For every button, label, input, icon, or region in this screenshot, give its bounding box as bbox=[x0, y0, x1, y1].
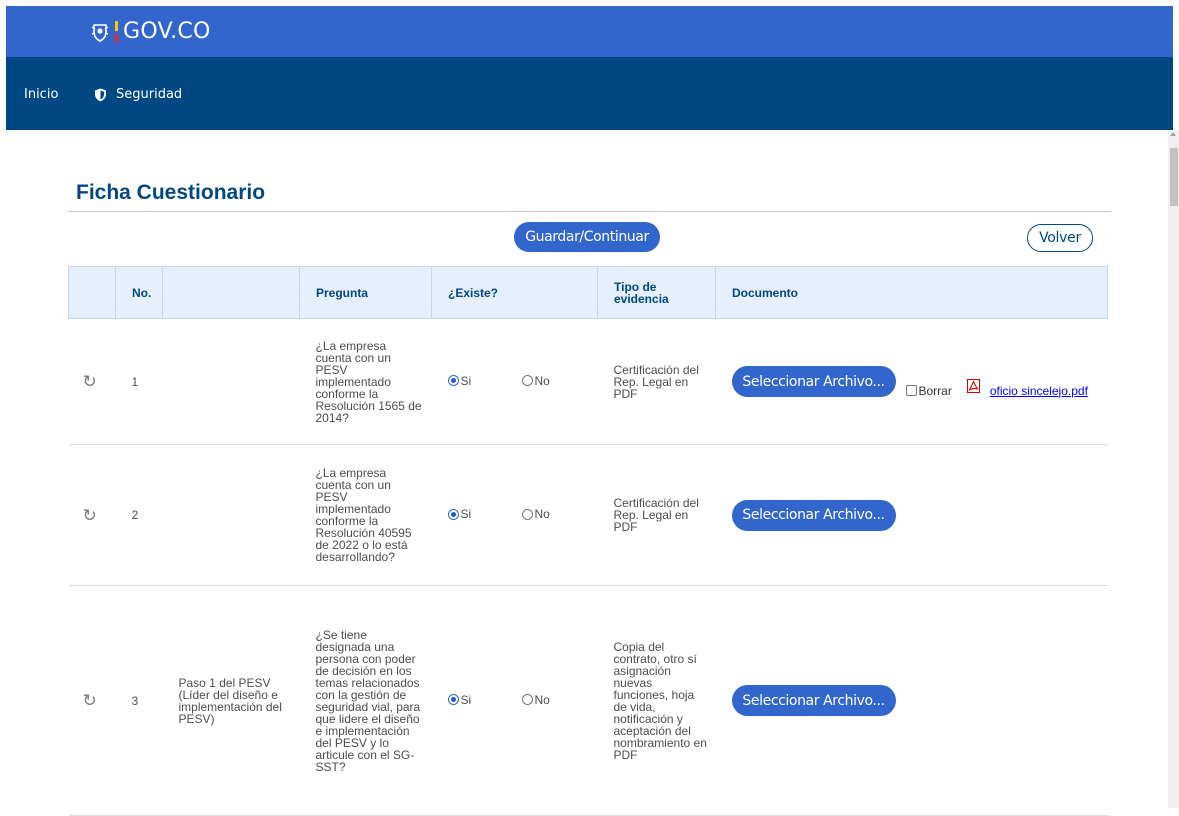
refresh-icon[interactable]: ↻ bbox=[83, 691, 97, 710]
radio-no[interactable]: No bbox=[521, 692, 550, 707]
row-existe-cell: Si No bbox=[431, 318, 598, 445]
row-evidencia: Certificación del Rep. Legal en PDF bbox=[613, 496, 699, 534]
row-action-cell: ↻ bbox=[68, 585, 116, 816]
table-row: ↻ 1 ¿La empresa cuenta con un PESV imple… bbox=[68, 318, 1108, 445]
col-header-evidencia-label: Tipo de evidencia bbox=[614, 279, 669, 306]
col-header-paso bbox=[162, 266, 300, 319]
col-header-pregunta: Pregunta bbox=[299, 266, 432, 319]
document-controls: Seleccionar Archivo... bbox=[731, 685, 1108, 716]
main-nav: Inicio Seguridad bbox=[6, 57, 1173, 130]
row-number: 3 bbox=[115, 585, 163, 816]
refresh-icon[interactable]: ↻ bbox=[83, 506, 97, 525]
shield-icon bbox=[95, 88, 106, 101]
row-pregunta-cell: ¿La empresa cuenta con un PESV implement… bbox=[299, 444, 432, 586]
refresh-icon[interactable]: ↻ bbox=[83, 372, 97, 391]
row-documento-cell: Seleccionar Archivo... bbox=[715, 585, 1108, 816]
row-evidencia-cell: Copia del contrato, otro sí asignación n… bbox=[597, 585, 716, 816]
col-header-evidencia: Tipo de evidencia bbox=[597, 266, 716, 319]
radio-no-label: No bbox=[534, 373, 550, 388]
row-pregunta-cell: ¿La empresa cuenta con un PESV implement… bbox=[299, 318, 432, 445]
back-button[interactable]: Volver bbox=[1027, 224, 1093, 252]
borrar-checkbox-box[interactable] bbox=[905, 385, 917, 396]
title-divider bbox=[68, 211, 1111, 212]
radio-no-indicator[interactable] bbox=[521, 375, 533, 387]
col-header-no: No. bbox=[115, 266, 163, 319]
radio-no[interactable]: No bbox=[521, 373, 550, 388]
col-header-action bbox=[68, 266, 116, 319]
table-row: ↻ 2 ¿La empresa cuenta con un PESV imple… bbox=[68, 444, 1108, 586]
vertical-scrollbar[interactable] bbox=[1168, 130, 1179, 808]
radio-no-label: No bbox=[534, 507, 550, 522]
row-action-cell: ↻ bbox=[68, 318, 116, 445]
radio-no-label: No bbox=[534, 692, 550, 707]
scroll-thumb[interactable] bbox=[1170, 148, 1178, 206]
row-existe-cell: Si No bbox=[431, 444, 598, 586]
select-file-button[interactable]: Seleccionar Archivo... bbox=[731, 685, 896, 716]
row-paso bbox=[162, 318, 300, 445]
radio-si[interactable]: Si bbox=[447, 373, 472, 388]
logo-divider bbox=[115, 20, 118, 43]
row-evidencia: Copia del contrato, otro sí asignación n… bbox=[613, 639, 707, 762]
scroll-up-arrow-icon[interactable] bbox=[1170, 132, 1176, 136]
questionnaire-table: No. Pregunta ¿Existe? Tipo de evidencia … bbox=[68, 266, 1108, 816]
radio-si-indicator[interactable] bbox=[447, 694, 459, 706]
row-pregunta-cell: ¿Se tiene designada una persona con pode… bbox=[299, 585, 432, 816]
col-header-existe: ¿Existe? bbox=[431, 266, 598, 319]
pdf-icon bbox=[966, 378, 980, 393]
row-existe-cell: Si No bbox=[431, 585, 598, 816]
radio-si-label: Si bbox=[460, 373, 472, 388]
row-paso-text: Paso 1 del PESV (Líder del diseño e impl… bbox=[178, 675, 282, 726]
select-file-button[interactable]: Seleccionar Archivo... bbox=[731, 499, 896, 531]
row-evidencia-cell: Certificación del Rep. Legal en PDF bbox=[597, 444, 716, 586]
radio-no[interactable]: No bbox=[521, 507, 550, 522]
row-number: 2 bbox=[115, 444, 163, 586]
nav-item-seguridad-label: Seguridad bbox=[116, 87, 183, 102]
gov-topbar: GOV.CO bbox=[6, 6, 1173, 57]
save-continue-button[interactable]: Guardar/Continuar bbox=[514, 222, 660, 252]
uploaded-file-link[interactable]: oficio sincelejo.pdf bbox=[990, 385, 1088, 397]
colombia-shield-icon bbox=[91, 23, 109, 42]
select-file-button[interactable]: Seleccionar Archivo... bbox=[731, 366, 896, 397]
row-number: 1 bbox=[115, 318, 163, 445]
radio-si-label: Si bbox=[460, 692, 472, 707]
table-header-row: No. Pregunta ¿Existe? Tipo de evidencia … bbox=[68, 266, 1108, 319]
gov-logo-text: GOV.CO bbox=[123, 19, 211, 44]
radio-si-indicator[interactable] bbox=[447, 375, 459, 387]
radio-no-indicator[interactable] bbox=[521, 508, 533, 520]
row-action-cell: ↻ bbox=[68, 444, 116, 586]
row-documento-cell: Seleccionar Archivo... Borrar oficio sin… bbox=[715, 318, 1108, 445]
page-title: Ficha Cuestionario bbox=[76, 181, 266, 204]
radio-no-indicator[interactable] bbox=[521, 694, 533, 706]
document-controls: Seleccionar Archivo... bbox=[731, 499, 1108, 531]
document-controls: Seleccionar Archivo... Borrar oficio sin… bbox=[731, 366, 1108, 398]
row-paso: Paso 1 del PESV (Líder del diseño e impl… bbox=[162, 585, 300, 816]
borrar-label: Borrar bbox=[918, 383, 952, 398]
borrar-checkbox[interactable]: Borrar bbox=[905, 383, 952, 398]
col-header-documento: Documento bbox=[715, 266, 1108, 319]
gov-logo[interactable]: GOV.CO bbox=[91, 19, 211, 44]
row-evidencia-cell: Certificación del Rep. Legal en PDF bbox=[597, 318, 716, 445]
row-documento-cell: Seleccionar Archivo... bbox=[715, 444, 1108, 586]
row-pregunta: ¿Se tiene designada una persona con pode… bbox=[315, 627, 421, 774]
radio-si[interactable]: Si bbox=[447, 692, 472, 707]
radio-si[interactable]: Si bbox=[447, 507, 472, 522]
row-evidencia: Certificación del Rep. Legal en PDF bbox=[613, 362, 699, 401]
radio-si-label: Si bbox=[460, 507, 472, 522]
row-pregunta: ¿La empresa cuenta con un PESV implement… bbox=[315, 338, 422, 425]
nav-item-inicio[interactable]: Inicio bbox=[24, 87, 58, 102]
row-pregunta: ¿La empresa cuenta con un PESV implement… bbox=[315, 466, 412, 564]
table-row: ↻ 3 Paso 1 del PESV (Líder del diseño e … bbox=[68, 585, 1108, 816]
row-paso bbox=[162, 444, 300, 586]
radio-si-indicator[interactable] bbox=[447, 508, 459, 520]
nav-item-seguridad[interactable]: Seguridad bbox=[94, 87, 182, 102]
